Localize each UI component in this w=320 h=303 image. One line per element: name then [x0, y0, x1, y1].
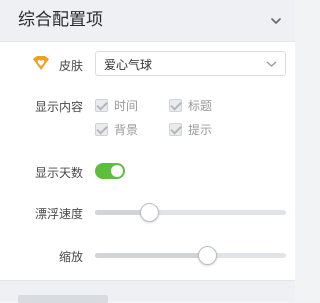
next-section-title: [18, 295, 108, 303]
checkbox-box[interactable]: [95, 123, 108, 136]
checkbox-box[interactable]: [95, 99, 108, 112]
checkbox-label: 提示: [188, 123, 213, 137]
checkbox-box[interactable]: [169, 123, 182, 136]
skin-select[interactable]: 爱心气球: [95, 51, 286, 76]
slider-handle[interactable]: [198, 246, 217, 265]
checkbox-label: 背景: [114, 123, 139, 137]
panel-title: 综合配置项: [18, 10, 103, 30]
chevron-down-icon[interactable]: [269, 14, 283, 28]
scale-label: 缩放: [58, 250, 83, 264]
checkbox-title[interactable]: 标题: [169, 97, 212, 114]
scale-slider[interactable]: [95, 246, 286, 265]
chevron-down-icon: [266, 61, 277, 67]
panel-body: [0, 42, 295, 280]
toggle-knob: [111, 165, 123, 177]
checkbox-label: 时间: [114, 99, 139, 113]
skin-label: 皮肤: [58, 59, 83, 73]
float-speed-label: 漂浮速度: [34, 207, 83, 221]
show-days-toggle[interactable]: [95, 163, 125, 179]
checkbox-background[interactable]: 背景: [95, 121, 138, 138]
show-days-label: 显示天数: [34, 166, 83, 180]
skin-select-value: 爱心气球: [104, 58, 153, 72]
slider-fill: [95, 253, 208, 258]
slider-handle[interactable]: [140, 203, 159, 222]
checkbox-hint[interactable]: 提示: [169, 121, 212, 138]
next-section-header[interactable]: [0, 280, 295, 303]
display-content-label: 显示内容: [34, 100, 83, 114]
heart-badge-icon: [33, 56, 49, 70]
checkbox-box[interactable]: [169, 99, 182, 112]
checkbox-label: 标题: [188, 99, 213, 113]
settings-panel: 综合配置项 皮肤 爱心气球 显示内容 时间 标题 背景 提示 显示天数 漂浮速度…: [0, 0, 295, 303]
checkbox-time[interactable]: 时间: [95, 97, 138, 114]
float-speed-slider[interactable]: [95, 203, 286, 222]
panel-header[interactable]: 综合配置项: [0, 0, 295, 42]
